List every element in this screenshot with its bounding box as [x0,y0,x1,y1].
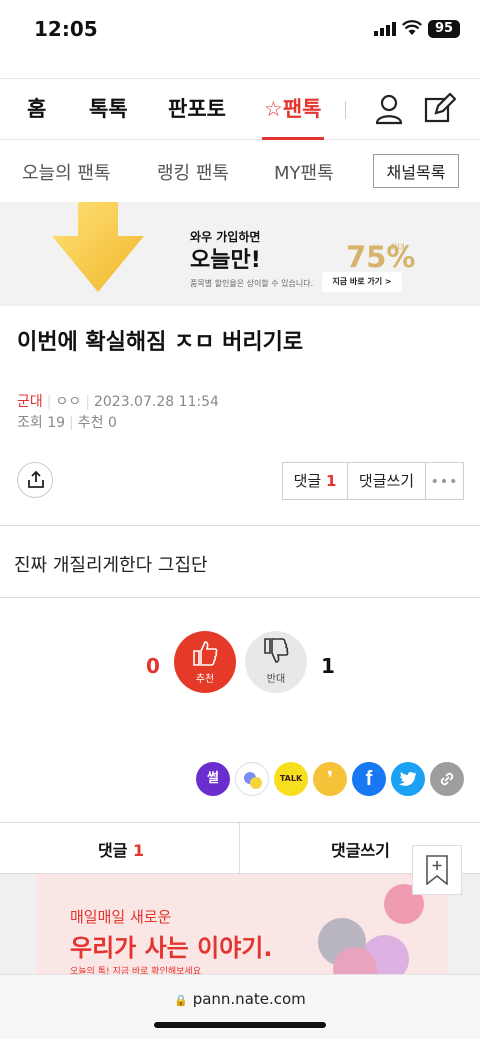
banner-percent: 75% [346,240,416,274]
banner-percent-label: 최대 [390,243,405,252]
cellular-signal-icon [374,22,396,36]
divider [239,823,240,875]
post-recommends: 추천 0 [77,415,117,431]
url-display: 🔒 pann.nate.com [0,990,480,1008]
lock-icon: 🔒 [174,994,188,1007]
ad-banner[interactable]: 와우 가입하면 오늘만! 품목별 할인율은 상이할 수 있습니다. 75% 최대… [0,202,480,306]
post-views: 조회 19 [17,415,66,431]
promo-line2: 우리가 사는 이야기. [70,934,273,962]
more-icon: ••• [430,474,459,490]
nav-toktok[interactable]: 톡톡 [89,93,128,123]
link-share-icon[interactable] [430,762,464,796]
write-comment-button[interactable]: 댓글쓰기 [348,463,426,499]
post-actions: 댓글 1 댓글쓰기 ••• [282,462,464,500]
clock: 12:05 [34,17,98,41]
upvote-count: 0 [146,654,160,678]
kakaostory-share-icon[interactable]: ❜ [313,762,347,796]
main-nav: 홈 톡톡 판포토 ☆팬톡 [0,78,480,140]
post-category[interactable]: 군대 [17,394,43,410]
subnav-ranking[interactable]: 랭킹 팬톡 [157,159,229,185]
twitter-share-icon[interactable] [391,762,425,796]
user-icon[interactable] [375,93,403,125]
wifi-icon [402,20,422,35]
share-icon [28,471,44,488]
upvote-label: 추천 [195,674,215,685]
comments-label: 댓글 [293,472,322,490]
divider [0,597,480,598]
sub-nav: 오늘의 팬톡 랭킹 팬톡 MY팬톡 채널목록 [0,140,480,202]
comment-tabs: 댓글 1 댓글쓰기 [0,822,480,875]
comments-button[interactable]: 댓글 1 [283,463,348,499]
downvote-count: 1 [321,654,335,678]
downvote-label: 반대 [266,674,286,685]
post-meta: 군대 | ㅇㅇ | 2023.07.28 11:54 [17,394,219,410]
subnav-my[interactable]: MY팬톡 [274,159,334,185]
banner-line2: 오늘만! [190,248,261,273]
post-author: ㅇㅇ [55,394,82,410]
battery-indicator: 95 [428,20,460,38]
tab-comments[interactable]: 댓글 1 [98,837,144,861]
post-datetime: 2023.07.28 11:54 [93,394,219,410]
thumbs-down-icon [264,638,289,663]
divider [345,101,346,119]
tab-comments-label: 댓글 [98,841,128,860]
band-share-icon[interactable] [235,762,269,796]
status-bar: 12:05 95 [0,0,480,62]
star-icon: ☆ [264,97,283,121]
tab-write-comment[interactable]: 댓글쓰기 [331,837,390,861]
kakaotalk-share-icon[interactable]: TALK [274,762,308,796]
upvote-button[interactable]: 추천 [174,631,236,693]
subnav-today[interactable]: 오늘의 팬톡 [22,159,111,185]
url-text: pann.nate.com [192,990,306,1008]
thumbs-up-icon [193,641,218,666]
nav-fantok[interactable]: ☆팬톡 [264,93,321,123]
nav-home[interactable]: 홈 [27,93,46,123]
promo-line3: 오늘의 톡! 지금 바로 확인해보세요 [70,967,201,974]
divider [0,525,480,526]
share-button[interactable] [17,462,53,498]
down-arrow-icon [52,202,144,292]
banner-cta-button[interactable]: 지금 바로 가기 > [322,272,402,292]
write-icon[interactable] [424,93,456,125]
social-share-bar: 썰 TALK ❜ f [196,762,469,796]
home-indicator[interactable] [154,1022,326,1028]
post-body: 진짜 개질리게한다 그집단 [14,555,208,576]
promo-banner[interactable]: 매일매일 새로운 우리가 사는 이야기. 오늘의 톡! 지금 바로 확인해보세요 [0,874,480,974]
bookmark-add-icon [426,855,448,885]
tab-comments-count: 1 [133,841,145,860]
banner-line3: 품목별 할인율은 상이할 수 있습니다. [190,279,314,288]
bookmark-button[interactable] [412,845,462,895]
nav-fantok-label: 팬톡 [282,97,322,121]
nav-pantoto[interactable]: 판포토 [168,93,226,123]
post-title: 이번에 확실해짐 ㅈㅁ 버리기로 [17,330,304,355]
downvote-button[interactable]: 반대 [245,631,307,693]
promo-line1: 매일매일 새로운 [70,908,172,926]
more-button[interactable]: ••• [426,463,463,499]
comments-count: 1 [325,472,337,490]
facebook-share-icon[interactable]: f [352,762,386,796]
browser-url-bar[interactable]: 🔒 pann.nate.com [0,974,480,1039]
channel-list-button[interactable]: 채널목록 [373,154,459,188]
ssul-share-icon[interactable]: 썰 [196,762,230,796]
post-stats: 조회 19 | 추천 0 [17,415,117,431]
